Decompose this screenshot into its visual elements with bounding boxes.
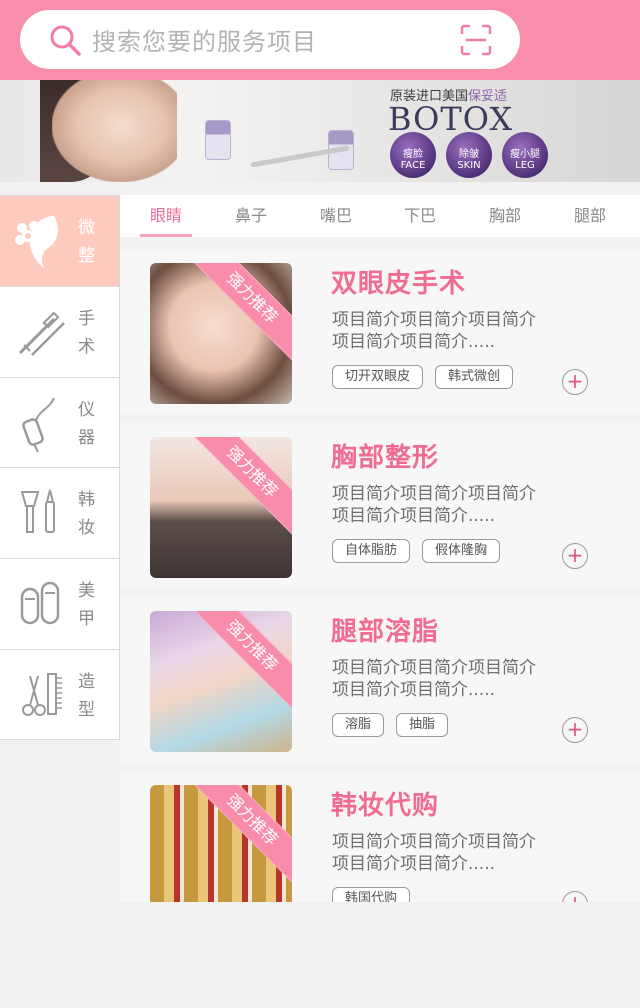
- service-card[interactable]: 强力推荐 胸部整形 项目简介项目简介项目简介 项目简介项目简介..... 自体脂肪…: [120, 423, 640, 589]
- service-thumbnail: 强力推荐: [150, 611, 292, 752]
- tag-list: 韩国代购: [332, 887, 411, 902]
- sidebar-item-styling[interactable]: 造型: [0, 650, 119, 741]
- tab-chest[interactable]: 胸部: [489, 195, 521, 237]
- search-bar[interactable]: 搜索您要的服务项目: [20, 10, 520, 69]
- service-tag[interactable]: 溶脂: [332, 713, 385, 737]
- nail-icon: [20, 581, 60, 625]
- add-icon[interactable]: +: [562, 891, 588, 902]
- category-sidebar: 微整 手术 仪器 韩妆 美甲 造型: [0, 195, 120, 740]
- tab-eyes[interactable]: 眼睛: [139, 195, 193, 237]
- service-description: 项目简介项目简介项目简介 项目简介项目简介.....: [332, 832, 536, 874]
- service-description: 项目简介项目简介项目简介 项目简介项目简介.....: [332, 658, 536, 700]
- sub-category-tabs: 眼睛 鼻子 嘴巴 下巴 胸部 腿部: [120, 195, 640, 237]
- tag-list: 自体脂肪 假体隆胸: [332, 539, 501, 563]
- service-tag[interactable]: 抽脂: [396, 713, 449, 737]
- service-title: 双眼皮手术: [331, 269, 467, 299]
- flower-face-icon: [15, 216, 58, 268]
- sidebar-item-label: 美甲: [78, 581, 95, 630]
- recommend-ribbon: 强力推荐: [184, 263, 292, 366]
- banner-badge: 除皱 SKIN: [446, 132, 492, 178]
- sidebar-item-micro[interactable]: 微整: [0, 196, 119, 287]
- tag-list: 切开双眼皮 韩式微创: [332, 365, 514, 389]
- sidebar-item-label: 微整: [78, 218, 95, 266]
- tag-list: 溶脂 抽脂: [332, 713, 449, 737]
- tab-mouth[interactable]: 嘴巴: [320, 195, 352, 237]
- comb-scissors-icon: [22, 672, 62, 716]
- tab-legs[interactable]: 腿部: [574, 195, 606, 237]
- add-icon[interactable]: +: [562, 717, 588, 743]
- service-tag[interactable]: 切开双眼皮: [332, 365, 424, 389]
- recommend-ribbon: 强力推荐: [184, 785, 292, 888]
- sidebar-item-label: 手术: [78, 308, 95, 357]
- service-thumbnail: 强力推荐: [150, 785, 292, 902]
- service-tag[interactable]: 韩国代购: [332, 887, 411, 902]
- scalpel-syringe-icon: [18, 311, 65, 356]
- service-description: 项目简介项目简介项目简介 项目简介项目简介.....: [332, 310, 536, 352]
- sidebar-item-makeup[interactable]: 韩妆: [0, 468, 119, 560]
- banner-model-face: [52, 80, 177, 182]
- banner-badge: 瘦小腿 LEG: [502, 132, 548, 178]
- tab-chin[interactable]: 下巴: [404, 195, 436, 237]
- search-placeholder[interactable]: 搜索您要的服务项目: [92, 22, 317, 57]
- service-tag[interactable]: 韩式微创: [435, 365, 514, 389]
- service-card[interactable]: 强力推荐 双眼皮手术 项目简介项目简介项目简介 项目简介项目简介..... 切开双…: [120, 249, 640, 415]
- service-title: 腿部溶脂: [331, 617, 440, 647]
- recommend-ribbon: 强力推荐: [184, 437, 292, 540]
- service-thumbnail: 强力推荐: [150, 263, 292, 404]
- sidebar-item-device[interactable]: 仪器: [0, 378, 119, 469]
- scan-icon[interactable]: [460, 24, 492, 56]
- service-card[interactable]: 强力推荐 腿部溶脂 项目简介项目简介项目简介 项目简介项目简介..... 溶脂 抽…: [120, 597, 640, 763]
- device-icon: [22, 397, 55, 452]
- banner-badge: 瘦脸 FACE: [390, 132, 436, 178]
- search-icon: [50, 25, 81, 56]
- add-icon[interactable]: +: [562, 369, 588, 395]
- makeup-brush-icon: [20, 490, 55, 534]
- sidebar-item-label: 韩妆: [78, 490, 95, 539]
- service-tag[interactable]: 自体脂肪: [332, 539, 411, 563]
- service-card[interactable]: 强力推荐 韩妆代购 项目简介项目简介项目简介 项目简介项目简介..... 韩国代购…: [120, 771, 640, 902]
- service-title: 胸部整形: [331, 443, 440, 473]
- sidebar-item-label: 造型: [78, 671, 95, 720]
- service-description: 项目简介项目简介项目简介 项目简介项目简介.....: [332, 484, 536, 526]
- banner-vial: [205, 120, 231, 160]
- header: 搜索您要的服务项目: [0, 0, 640, 80]
- sidebar-item-surgery[interactable]: 手术: [0, 287, 119, 378]
- sidebar-item-label: 仪器: [78, 399, 95, 448]
- service-tag[interactable]: 假体隆胸: [422, 539, 501, 563]
- recommend-ribbon: 强力推荐: [184, 611, 292, 714]
- bottom-blank-area: [0, 902, 640, 1008]
- service-thumbnail: 强力推荐: [150, 437, 292, 578]
- tab-nose[interactable]: 鼻子: [235, 195, 267, 237]
- add-icon[interactable]: +: [562, 543, 588, 569]
- sidebar-item-nails[interactable]: 美甲: [0, 559, 119, 650]
- service-title: 韩妆代购: [331, 791, 440, 821]
